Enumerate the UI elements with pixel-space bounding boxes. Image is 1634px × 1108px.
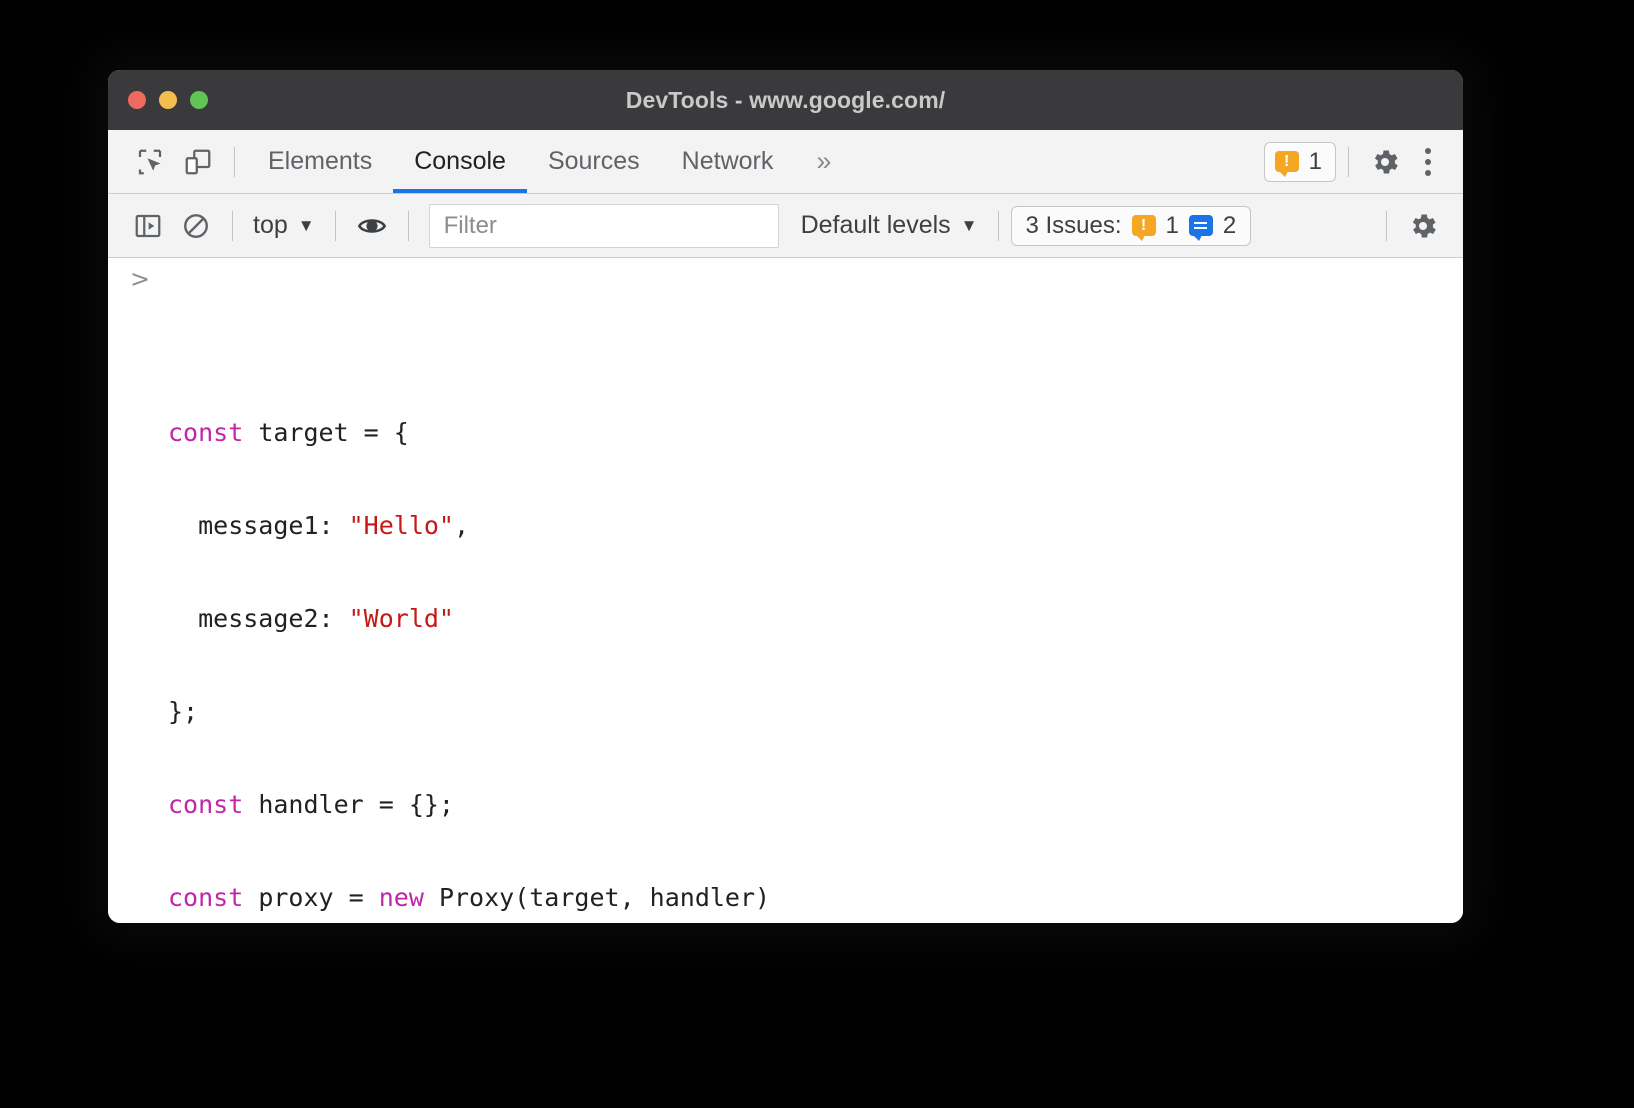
execution-context-selector[interactable]: top ▼ — [245, 211, 323, 240]
code-line: const handler = {}; — [168, 789, 1463, 820]
code-token: new — [379, 883, 439, 912]
console-toolbar: top ▼ Filter Default levels ▼ 3 Issues: … — [108, 194, 1463, 258]
filter-input[interactable]: Filter — [429, 204, 779, 248]
issues-warning-count: 1 — [1166, 212, 1179, 240]
code-token: Proxy(target, handler) — [439, 883, 770, 912]
warning-bubble-icon: ! — [1275, 151, 1299, 172]
warning-bubble-icon: ! — [1132, 215, 1156, 236]
code-line: const proxy = new Proxy(target, handler) — [168, 882, 1463, 913]
issues-label: 3 Issues: — [1026, 212, 1122, 240]
code-token: message1: — [168, 511, 349, 540]
chevron-down-icon: ▼ — [961, 216, 978, 236]
minimize-window-button[interactable] — [159, 91, 177, 109]
console-sidebar-icon[interactable] — [124, 204, 172, 248]
info-bubble-icon — [1189, 215, 1213, 236]
toolbar-divider — [1386, 211, 1387, 241]
tab-console[interactable]: Console — [393, 130, 527, 193]
console-input-entry[interactable]: > const target = { message1: "Hello", me… — [108, 258, 1463, 923]
code-token: target = { — [258, 418, 409, 447]
execution-context-label: top — [253, 211, 288, 240]
code-line: message2: "World" — [168, 603, 1463, 634]
code-line: }; — [168, 696, 1463, 727]
kebab-menu-icon[interactable] — [1409, 148, 1447, 176]
code-token: const — [168, 418, 258, 447]
toolbar-divider — [1348, 147, 1349, 177]
console-toolbar-actions — [1374, 194, 1447, 257]
panel-tab-bar-actions: ! 1 — [1264, 130, 1447, 193]
issues-info-count: 2 — [1223, 212, 1236, 240]
panel-tab-bar: Elements Console Sources Network » ! 1 — [108, 130, 1463, 194]
code-token: , — [454, 511, 469, 540]
gear-icon[interactable] — [1361, 140, 1409, 184]
tab-elements[interactable]: Elements — [247, 130, 393, 193]
log-levels-selector[interactable]: Default levels ▼ — [801, 211, 978, 240]
gear-icon[interactable] — [1399, 204, 1447, 248]
toolbar-divider — [335, 211, 336, 241]
log-levels-label: Default levels — [801, 211, 951, 240]
title-bar: DevTools - www.google.com/ — [108, 70, 1463, 130]
code-token: proxy = — [258, 883, 378, 912]
device-toolbar-icon[interactable] — [174, 140, 222, 184]
tab-sources[interactable]: Sources — [527, 130, 661, 193]
close-window-button[interactable] — [128, 91, 146, 109]
devtools-window: DevTools - www.google.com/ Elements Cons… — [108, 70, 1463, 923]
code-token: "World" — [349, 604, 454, 633]
live-expression-eye-icon[interactable] — [348, 204, 396, 248]
code-token: handler = {}; — [258, 790, 454, 819]
code-token: const — [168, 790, 258, 819]
clear-console-icon[interactable] — [172, 204, 220, 248]
panel-tabs: Elements Console Sources Network » — [247, 130, 853, 193]
more-tabs-chevron-icon[interactable]: » — [794, 148, 853, 175]
chevron-down-icon: ▼ — [298, 216, 315, 236]
toolbar-divider — [234, 147, 235, 177]
toolbar-divider — [232, 211, 233, 241]
console-input-code: const target = { message1: "Hello", mess… — [168, 355, 1463, 923]
zoom-window-button[interactable] — [190, 91, 208, 109]
inspect-element-icon[interactable] — [126, 140, 174, 184]
input-marker-icon: > — [130, 265, 150, 295]
tab-network[interactable]: Network — [661, 130, 795, 193]
toolbar-divider — [998, 211, 999, 241]
traffic-lights — [128, 70, 208, 130]
code-line: const target = { — [168, 417, 1463, 448]
toolbar-divider — [408, 211, 409, 241]
code-token: }; — [168, 697, 198, 726]
code-token: const — [168, 883, 258, 912]
code-token: message2: — [168, 604, 349, 633]
code-token: "Hello" — [349, 511, 454, 540]
code-line: message1: "Hello", — [168, 510, 1463, 541]
issues-summary-button[interactable]: 3 Issues: ! 1 2 — [1011, 206, 1252, 246]
warning-count-label: 1 — [1309, 148, 1322, 176]
console-message-list[interactable]: > const target = { message1: "Hello", me… — [108, 258, 1463, 923]
warning-count-badge[interactable]: ! 1 — [1264, 142, 1336, 182]
window-title: DevTools - www.google.com/ — [108, 87, 1463, 114]
